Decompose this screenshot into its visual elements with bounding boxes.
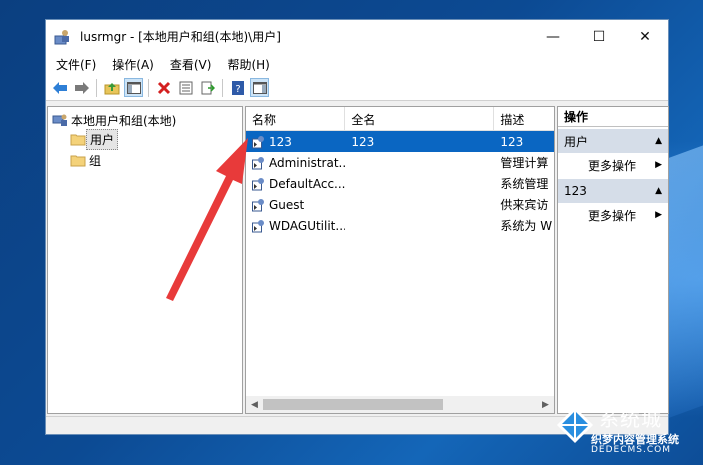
tree-groups-label: 组 bbox=[89, 153, 102, 168]
up-folder-icon[interactable] bbox=[102, 78, 121, 97]
user-account-icon bbox=[252, 135, 264, 148]
user-name: WDAGUtilit... bbox=[269, 218, 346, 233]
title-bar[interactable]: lusrmgr - [本地用户和组(本地)\用户] — ☐ ✕ bbox=[46, 20, 668, 53]
actions-title: 操作 bbox=[558, 107, 668, 127]
user-description: 系统管理 bbox=[500, 177, 549, 191]
tree-users-label: 用户 bbox=[86, 128, 119, 150]
watermark: 系统城 织梦内容管理系统 DEDECMS.COM bbox=[555, 403, 695, 459]
folder-icon bbox=[70, 155, 86, 167]
folder-icon bbox=[70, 134, 86, 146]
table-row[interactable]: Guest 供来宾访 bbox=[246, 194, 554, 215]
menu-bar: 文件(F) 操作(A) 查看(V) 帮助(H) bbox=[46, 53, 668, 75]
menu-view[interactable]: 查看(V) bbox=[162, 56, 220, 73]
user-name: Administrat... bbox=[269, 155, 346, 170]
user-description: 管理计算 bbox=[500, 156, 549, 170]
show-hide-tree-icon[interactable] bbox=[124, 78, 143, 97]
menu-file[interactable]: 文件(F) bbox=[48, 56, 104, 73]
windows-logo-icon bbox=[557, 407, 593, 443]
table-row[interactable]: WDAGUtilit... 系统为 W bbox=[246, 215, 554, 236]
submenu-arrow-icon: ▶ bbox=[655, 210, 662, 220]
tree-node-groups[interactable]: 组 bbox=[70, 150, 104, 170]
more-actions-users[interactable]: 更多操作 ▶ bbox=[558, 153, 668, 177]
computer-users-icon bbox=[52, 114, 67, 126]
table-row[interactable]: 123 123 123 bbox=[246, 131, 554, 152]
window-title: lusrmgr - [本地用户和组(本地)\用户] bbox=[80, 30, 281, 44]
toolbar-separator bbox=[148, 78, 149, 97]
delete-icon[interactable] bbox=[154, 78, 173, 97]
user-account-icon bbox=[252, 156, 264, 169]
user-name: DefaultAcc... bbox=[269, 176, 346, 191]
user-account-icon bbox=[252, 177, 264, 190]
column-header-name[interactable]: 名称 bbox=[246, 107, 346, 131]
submenu-arrow-icon: ▶ bbox=[655, 160, 662, 170]
user-fullname: 123 bbox=[351, 134, 375, 149]
scroll-track[interactable] bbox=[263, 396, 537, 413]
menu-action[interactable]: 操作(A) bbox=[104, 56, 162, 73]
user-list-pane: 名称 全名 描述 123 123 123 Administrat... 管理计算 Defa… bbox=[245, 106, 555, 414]
export-list-icon[interactable] bbox=[198, 78, 217, 97]
forward-arrow-icon[interactable] bbox=[72, 78, 91, 97]
user-description: 系统为 W bbox=[500, 219, 553, 233]
table-row[interactable]: DefaultAcc... 系统管理 bbox=[246, 173, 554, 194]
user-name: 123 bbox=[269, 134, 292, 149]
scroll-right-arrow-icon[interactable]: ▶ bbox=[537, 396, 554, 413]
menu-help[interactable]: 帮助(H) bbox=[219, 56, 277, 73]
scroll-thumb[interactable] bbox=[263, 399, 443, 410]
user-account-icon bbox=[252, 198, 264, 211]
maximize-button[interactable]: ☐ bbox=[576, 20, 622, 53]
actions-pane: 操作 用户 ▲ 更多操作 ▶ 123 ▲ 更多操作 ▶ bbox=[557, 106, 669, 414]
user-name: Guest bbox=[269, 197, 305, 212]
help-icon[interactable]: ? bbox=[228, 78, 247, 97]
properties-icon[interactable] bbox=[176, 78, 195, 97]
more-actions-123[interactable]: 更多操作 ▶ bbox=[558, 203, 668, 227]
tree-root-label: 本地用户和组(本地) bbox=[71, 113, 177, 128]
toolbar-separator bbox=[222, 78, 223, 97]
list-header: 名称 全名 描述 bbox=[246, 107, 554, 131]
actions-section-users[interactable]: 用户 ▲ bbox=[558, 129, 668, 153]
actions-section-123[interactable]: 123 ▲ bbox=[558, 179, 668, 203]
watermark-brand: 系统城 bbox=[599, 407, 662, 431]
column-header-fullname[interactable]: 全名 bbox=[345, 107, 495, 131]
tree-node-root[interactable]: 本地用户和组(本地) bbox=[52, 110, 179, 130]
tree-pane: 本地用户和组(本地) 用户 组 bbox=[47, 106, 243, 414]
column-header-description[interactable]: 描述 bbox=[494, 107, 554, 131]
horizontal-scrollbar[interactable]: ◀ ▶ bbox=[246, 396, 554, 413]
svg-text:?: ? bbox=[235, 84, 240, 95]
toolbar-separator bbox=[96, 78, 97, 97]
tree-node-users[interactable]: 用户 bbox=[70, 128, 119, 150]
user-description: 123 bbox=[500, 134, 524, 149]
user-account-icon bbox=[252, 219, 264, 232]
toolbar: ? bbox=[46, 75, 668, 101]
collapse-up-icon[interactable]: ▲ bbox=[655, 186, 662, 196]
close-button[interactable]: ✕ bbox=[622, 20, 668, 53]
user-description: 供来宾访 bbox=[500, 198, 549, 212]
users-app-icon bbox=[54, 28, 72, 46]
minimize-button[interactable]: — bbox=[530, 20, 576, 53]
collapse-up-icon[interactable]: ▲ bbox=[655, 136, 662, 146]
actions-section-users-label: 用户 bbox=[564, 134, 589, 149]
actions-section-123-label: 123 bbox=[564, 184, 587, 198]
more-actions-123-label: 更多操作 bbox=[588, 208, 637, 223]
table-row[interactable]: Administrat... 管理计算 bbox=[246, 152, 554, 173]
more-actions-users-label: 更多操作 bbox=[588, 158, 637, 173]
show-action-pane-icon[interactable] bbox=[250, 78, 269, 97]
watermark-url: DEDECMS.COM bbox=[591, 445, 671, 455]
scroll-left-arrow-icon[interactable]: ◀ bbox=[246, 396, 263, 413]
back-arrow-icon[interactable] bbox=[50, 78, 69, 97]
lusrmgr-window: lusrmgr - [本地用户和组(本地)\用户] — ☐ ✕ 文件(F) 操作… bbox=[45, 19, 669, 435]
